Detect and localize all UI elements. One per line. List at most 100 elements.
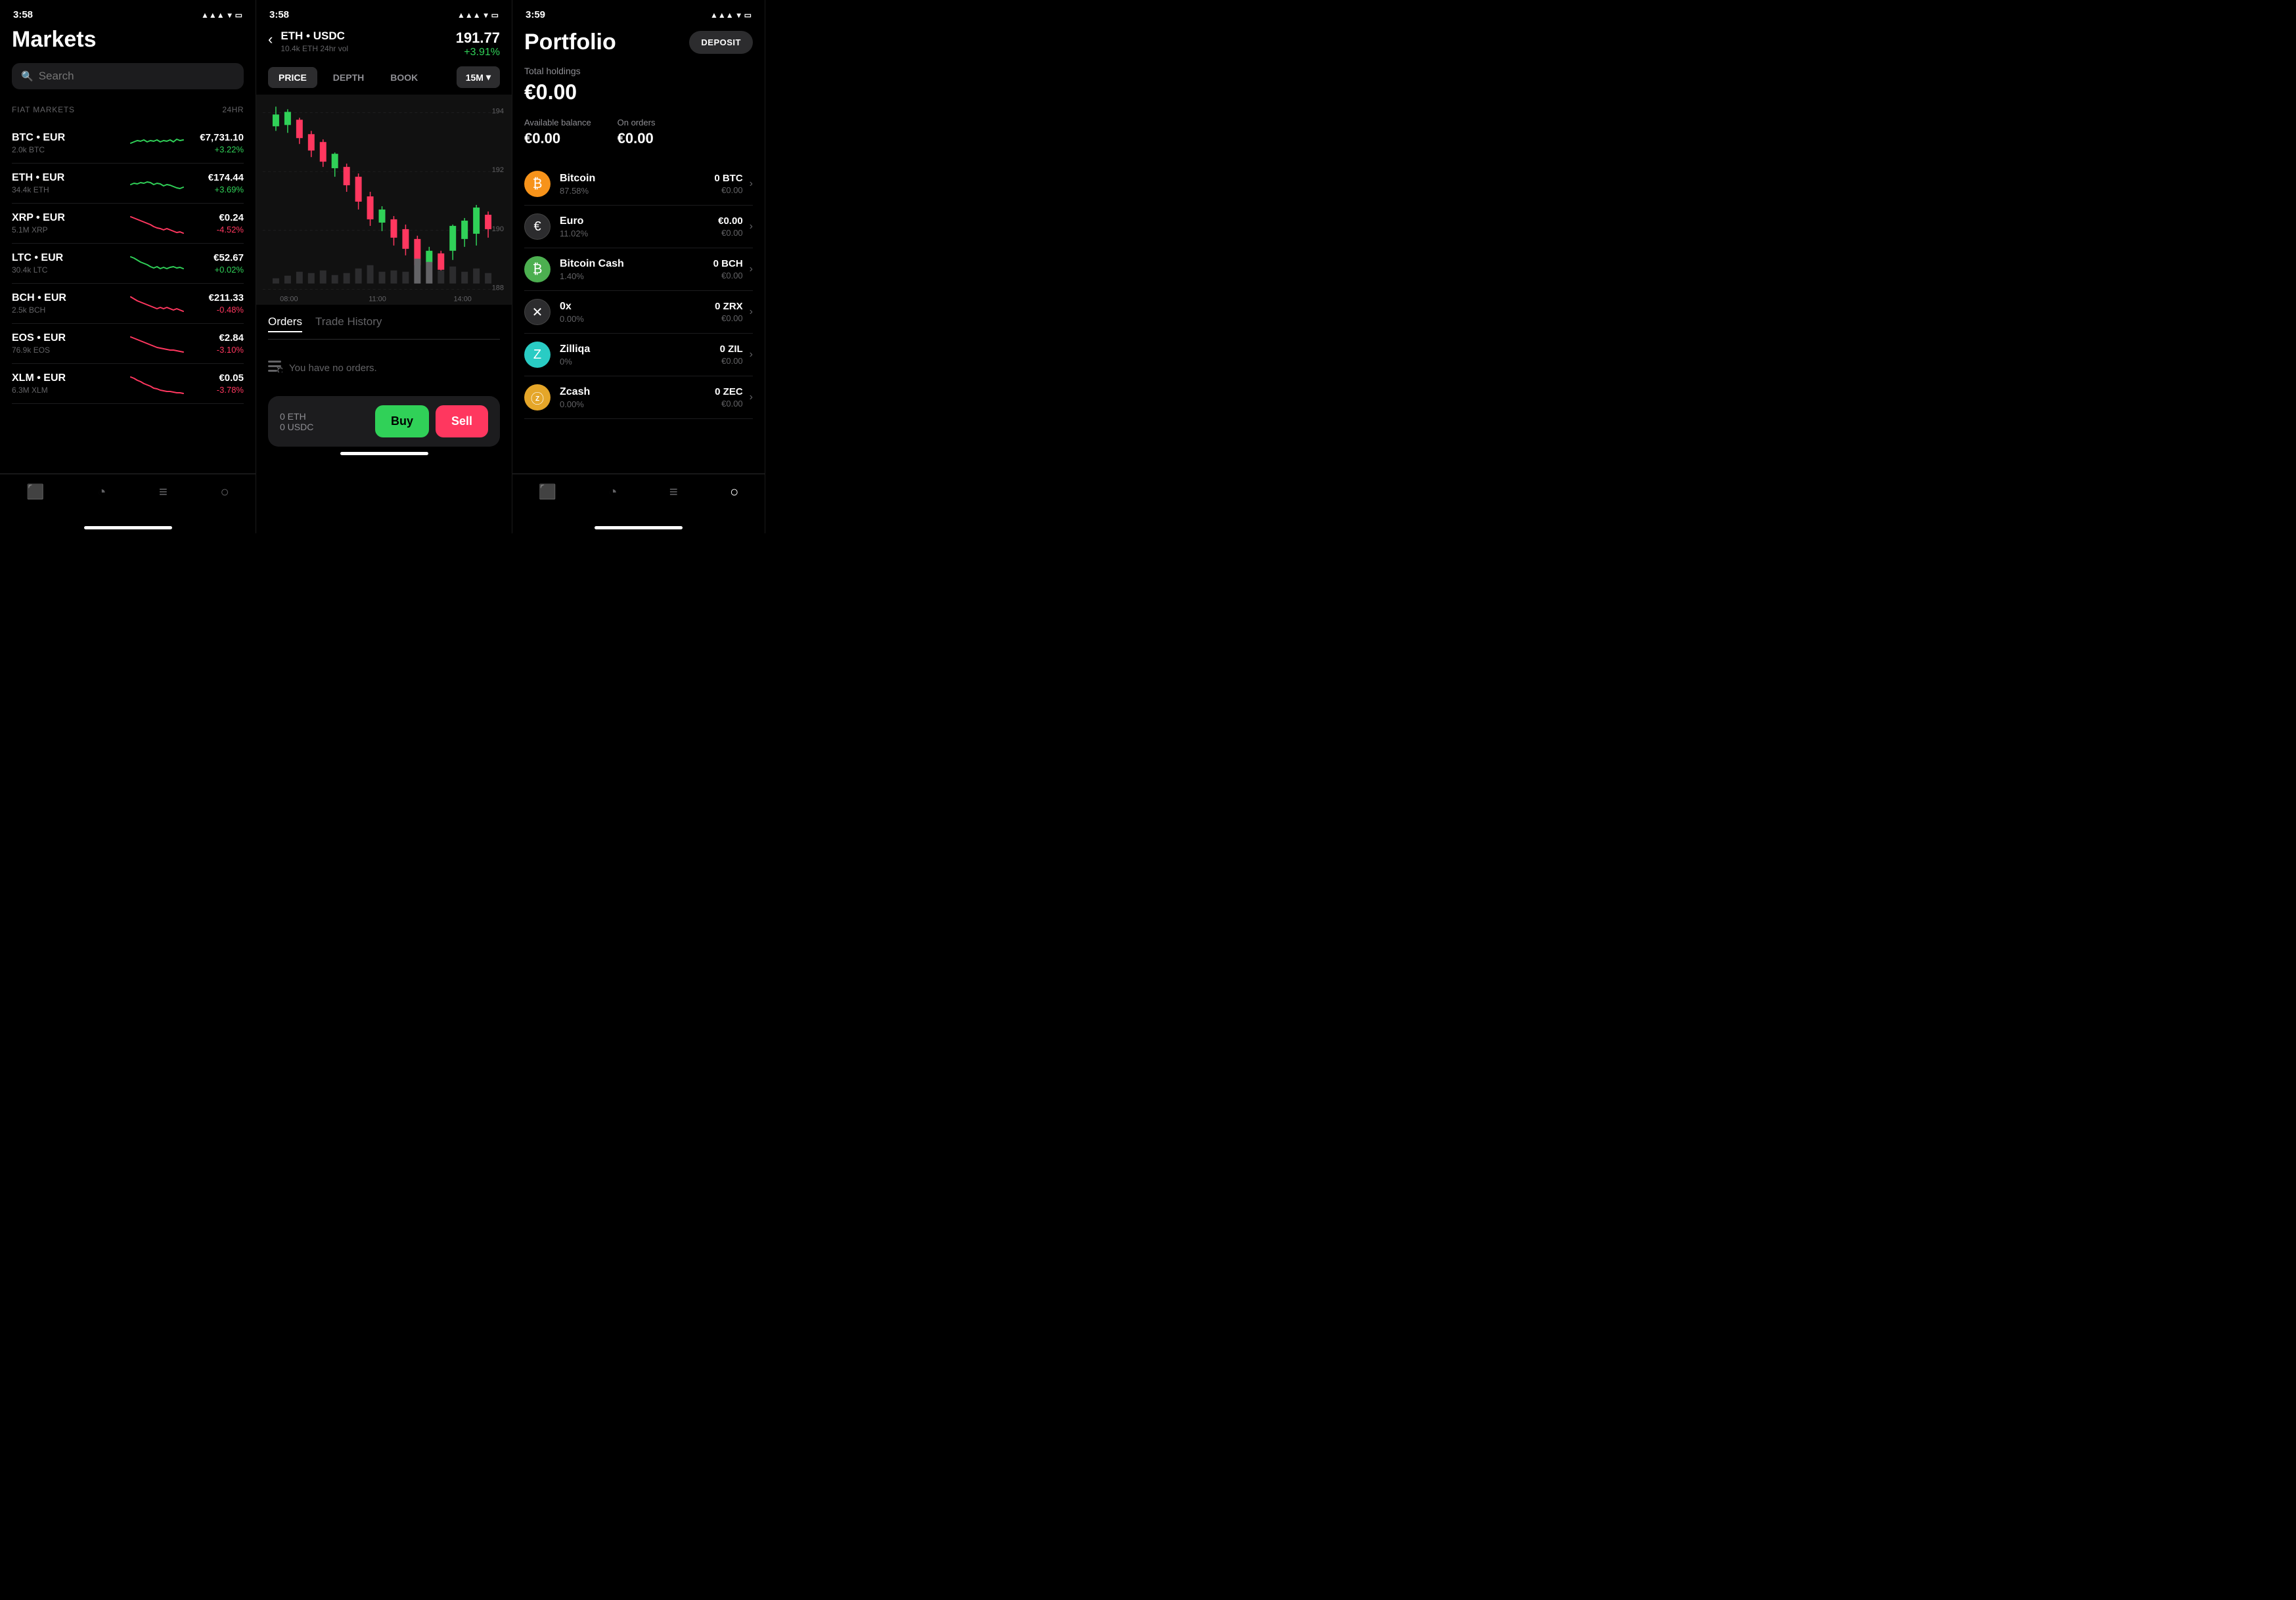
tab-price[interactable]: PRICE [268,67,317,88]
asset-icon-btc: ₿ [524,171,551,197]
asset-item[interactable]: ✕ 0x 0.00% 0 ZRX €0.00 › [524,291,753,334]
nav-list-3[interactable]: ≡ [669,483,678,502]
orders-tabs: Orders Trade History [268,315,500,340]
chevron-right-icon: › [750,263,753,275]
asset-item[interactable]: ₿ Bitcoin 87.58% 0 BTC €0.00 › [524,163,753,206]
asset-fiat: €0.00 [720,356,743,366]
tab-orders[interactable]: Orders [268,315,302,332]
status-time-2: 3:58 [269,9,289,20]
nav-person-3[interactable]: ○ [730,483,738,502]
nav-chart-1[interactable]: ⬛ [26,483,44,502]
market-pair: BTC • EUR [12,132,123,144]
asset-crypto: 0 BTC [714,173,742,184]
asset-name: 0x [560,301,715,313]
wifi-icon-2: ▾ [484,11,488,20]
asset-item[interactable]: ₿ Bitcoin Cash 1.40% 0 BCH €0.00 › [524,248,753,291]
market-volume: 6.3M XLM [12,386,123,395]
chart-area: 194 192 190 188 [256,95,512,305]
asset-amounts: 0 BTC €0.00 [714,173,742,195]
tab-book[interactable]: BOOK [380,67,428,88]
asset-item[interactable]: Z Zilliqa 0% 0 ZIL €0.00 › [524,334,753,376]
market-price: €2.84 [191,332,244,344]
search-bar[interactable]: 🔍 [12,63,244,89]
chevron-right-icon: › [750,349,753,361]
market-volume: 2.5k BCH [12,305,123,315]
asset-item[interactable]: ⓩ Zcash 0.00% 0 ZEC €0.00 › [524,376,753,419]
home-indicator-1 [0,521,256,533]
home-bar-2 [340,452,428,455]
chevron-right-icon: › [750,178,753,190]
market-price-col: €7,731.10 +3.22% [191,132,244,154]
status-bar-2: 3:58 ▲▲▲ ▾ ▭ [256,0,512,24]
chevron-down-icon: ▾ [486,72,491,83]
market-item[interactable]: BCH • EUR 2.5k BCH €211.33 -0.48% [12,284,244,324]
market-item[interactable]: XRP • EUR 5.1M XRP €0.24 -4.52% [12,204,244,244]
deposit-button[interactable]: DEPOSIT [689,31,753,54]
battery-icon-2: ▭ [491,11,499,20]
total-holdings-value: €0.00 [524,80,753,104]
nav-person-1[interactable]: ○ [220,483,229,502]
asset-name: Zilliqa [560,344,720,355]
trade-footer: 0 ETH 0 USDC Buy Sell [268,396,500,447]
market-chart [131,290,183,317]
chart-pair-name: ETH • USDC [281,30,447,43]
nav-pie-1[interactable]: ◔ [97,483,106,502]
list-icon: ≡ [159,483,168,500]
balance-row: Available balance €0.00 On orders €0.00 [524,118,753,147]
asset-icon-eur: € [524,213,551,240]
tab-trade-history[interactable]: Trade History [315,315,382,332]
asset-pct: 0.00% [560,314,715,324]
portfolio-panel: 3:59 ▲▲▲ ▾ ▭ Portfolio DEPOSIT Total hol… [512,0,765,533]
market-volume: 5.1M XRP [12,225,123,234]
market-price-col: €174.44 +3.69% [191,172,244,194]
tab-depth[interactable]: DEPTH [323,67,374,88]
svg-text:194: 194 [492,107,504,115]
chart-pair-info: ETH • USDC 10.4k ETH 24hr vol [281,30,447,53]
market-price: €7,731.10 [191,132,244,143]
search-input[interactable] [39,70,235,83]
asset-name: Bitcoin [560,173,714,185]
market-item-info: EOS • EUR 76.9k EOS [12,332,123,355]
timeframe-selector[interactable]: 15M ▾ [457,66,500,88]
sell-button[interactable]: Sell [436,405,488,437]
chart-price-col: 191.77 +3.91% [456,30,500,58]
market-item[interactable]: ETH • EUR 34.4k ETH €174.44 +3.69% [12,164,244,204]
nav-pie-3[interactable]: ◔ [608,483,617,502]
market-pair: LTC • EUR [12,252,123,264]
wifi-icon: ▾ [228,11,232,20]
asset-crypto: 0 BCH [713,258,743,269]
nav-chart-3[interactable]: ⬛ [539,483,556,502]
market-item[interactable]: EOS • EUR 76.9k EOS €2.84 -3.10% [12,324,244,364]
market-volume: 2.0k BTC [12,145,123,154]
available-balance-value: €0.00 [524,130,591,147]
available-balance: Available balance €0.00 [524,118,591,147]
bottom-nav-1: ⬛ ◔ ≡ ○ [0,474,256,521]
market-pair: XRP • EUR [12,212,123,224]
home-indicator-3 [512,521,765,533]
asset-amounts: 0 ZRX €0.00 [715,301,743,323]
status-bar-3: 3:59 ▲▲▲ ▾ ▭ [512,0,765,24]
market-pair: EOS • EUR [12,332,123,344]
asset-info: Bitcoin Cash 1.40% [560,258,713,281]
market-item[interactable]: BTC • EUR 2.0k BTC €7,731.10 +3.22% [12,123,244,164]
nav-list-1[interactable]: ≡ [159,483,168,502]
market-item[interactable]: LTC • EUR 30.4k LTC €52.67 +0.02% [12,244,244,284]
market-item[interactable]: XLM • EUR 6.3M XLM €0.05 -3.78% [12,364,244,404]
back-button[interactable]: ‹ [268,31,273,48]
price-chart: 194 192 190 188 [256,95,512,305]
buy-button[interactable]: Buy [375,405,429,437]
asset-name: Zcash [560,386,715,398]
asset-fiat: €0.00 [714,185,742,195]
asset-item[interactable]: € Euro 11.02% €0.00 €0.00 › [524,206,753,248]
asset-pct: 0.00% [560,399,715,409]
market-price-col: €52.67 +0.02% [191,252,244,275]
market-change: -3.78% [191,385,244,395]
chevron-right-icon: › [750,221,753,233]
market-item-info: LTC • EUR 30.4k LTC [12,252,123,275]
market-price-col: €0.24 -4.52% [191,212,244,234]
pie-chart-icon-3: ◔ [608,483,617,500]
sparkline [131,210,183,236]
asset-info: Euro 11.02% [560,215,718,238]
usdc-balance: 0 USDC [280,422,369,432]
market-pair: XLM • EUR [12,372,123,384]
